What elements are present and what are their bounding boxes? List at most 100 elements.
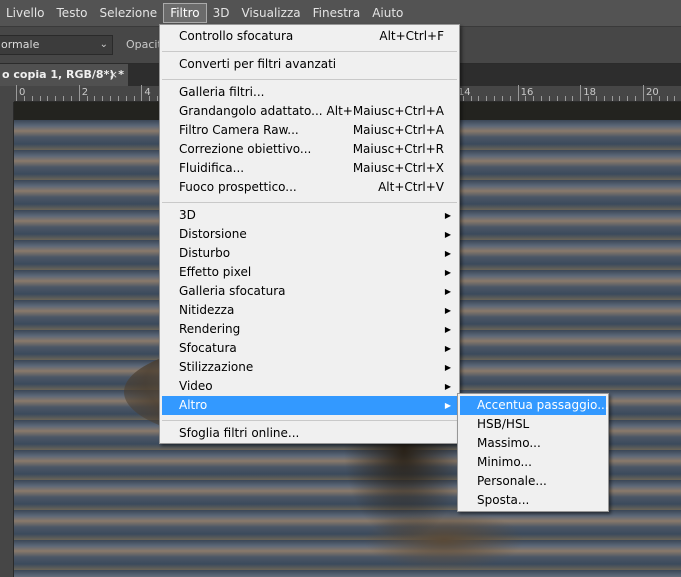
menu-item-3d[interactable]: 3D ▶ <box>162 206 457 225</box>
ruler-tick <box>157 96 159 101</box>
menu-bar: Livello Testo Selezione Filtro 3D Visualizza F… <box>0 0 681 26</box>
ruler-tick <box>102 96 104 101</box>
menu-item-controllo-sfocatura[interactable]: Controllo sfocatura Alt+Ctrl+F <box>162 27 457 46</box>
ruler-label: 2 <box>81 87 89 98</box>
menu-item-label: Galleria filtri... <box>179 85 265 99</box>
ruler-tick <box>110 96 112 101</box>
ruler-tick <box>78 85 80 101</box>
menu-separator <box>162 51 457 52</box>
menu-item-label: 3D <box>179 208 196 222</box>
vertical-ruler[interactable] <box>0 102 14 577</box>
ruler-tick <box>674 96 676 101</box>
menu-selezione[interactable]: Selezione <box>94 3 164 23</box>
menu-item-distorsione[interactable]: Distorsione ▶ <box>162 225 457 244</box>
menu-item-label: Disturbo <box>179 246 231 260</box>
menu-item-fluidifica[interactable]: Fluidifica... Maiusc+Ctrl+X <box>162 159 457 178</box>
menu-item-disturbo[interactable]: Disturbo ▶ <box>162 244 457 263</box>
ruler-tick <box>486 96 488 101</box>
ruler-tick <box>635 96 637 101</box>
menu-item-filtro-camera-raw[interactable]: Filtro Camera Raw... Maiusc+Ctrl+A <box>162 121 457 140</box>
menu-item-converti-per-filtri-avanzati[interactable]: Converti per filtri avanzati <box>162 55 457 74</box>
ruler-tick <box>666 96 668 101</box>
ruler-tick <box>643 85 644 101</box>
ruler-corner <box>0 86 14 102</box>
blend-mode-value: ormale <box>1 38 40 51</box>
menu-item-shortcut: Maiusc+Ctrl+X <box>352 161 444 175</box>
close-icon[interactable]: × <box>109 64 118 86</box>
ruler-tick <box>125 96 127 101</box>
ruler-tick <box>564 96 566 101</box>
menu-separator <box>162 202 457 203</box>
menu-item-sfocatura[interactable]: Sfocatura ▶ <box>162 339 457 358</box>
menu-item-grandangolo-adattato[interactable]: Grandangolo adattato... Alt+Maiusc+Ctrl+A <box>162 102 457 121</box>
submenu-arrow-icon: ▶ <box>444 363 451 372</box>
menu-item-shortcut: Alt+Ctrl+V <box>378 180 444 194</box>
ruler-label: 0 <box>19 87 26 98</box>
menu-item-altro[interactable]: Altro ▶ <box>162 396 457 415</box>
submenu-item-hsb-hsl[interactable]: HSB/HSL <box>460 415 606 434</box>
ruler-tick <box>55 96 57 101</box>
menu-item-rendering[interactable]: Rendering ▶ <box>162 320 457 339</box>
menu-item-shortcut: Alt+Ctrl+F <box>379 29 444 43</box>
menu-item-galleria-filtri[interactable]: Galleria filtri... <box>162 83 457 102</box>
menu-item-label: Grandangolo adattato... <box>179 104 323 118</box>
ruler-label: 18 <box>583 87 597 98</box>
menu-item-label: Stilizzazione <box>179 360 254 374</box>
submenu-arrow-icon: ▶ <box>444 325 451 334</box>
submenu-arrow-icon: ▶ <box>444 344 451 353</box>
ruler-tick <box>541 96 543 101</box>
menu-visualizza[interactable]: Visualizza <box>235 3 306 23</box>
menu-item-effetto-pixel[interactable]: Effetto pixel ▶ <box>162 263 457 282</box>
ruler-tick <box>133 96 135 101</box>
ruler-tick <box>548 96 550 101</box>
document-tab-title: o copia 1, RGB/8*) * <box>2 68 124 81</box>
ruler-tick <box>47 96 49 101</box>
menu-item-label: Converti per filtri avanzati <box>179 57 337 71</box>
menu-item-label: Altro <box>179 398 208 412</box>
submenu-item-minimo[interactable]: Minimo... <box>460 453 606 472</box>
ruler-tick <box>533 96 535 101</box>
menu-livello[interactable]: Livello <box>0 3 51 23</box>
submenu-item-sposta[interactable]: Sposta... <box>460 491 606 510</box>
menu-item-label: Sfoglia filtri online... <box>179 426 300 440</box>
menu-item-label: Fuoco prospettico... <box>179 180 297 194</box>
menu-item-galleria-sfocatura[interactable]: Galleria sfocatura ▶ <box>162 282 457 301</box>
ruler-tick <box>627 96 629 101</box>
submenu-item-personale[interactable]: Personale... <box>460 472 606 491</box>
menu-item-correzione-obiettivo[interactable]: Correzione obiettivo... Maiusc+Ctrl+R <box>162 140 457 159</box>
menu-item-shortcut: Maiusc+Ctrl+R <box>352 142 444 156</box>
ruler-tick <box>619 96 621 101</box>
ruler-tick <box>580 85 582 101</box>
ruler-tick <box>517 85 519 101</box>
menu-item-fuoco-prospettico[interactable]: Fuoco prospettico... Alt+Ctrl+V <box>162 178 457 197</box>
menu-item-label: Effetto pixel <box>179 265 252 279</box>
menu-separator <box>162 79 457 80</box>
submenu-arrow-icon: ▶ <box>444 211 451 220</box>
menu-item-label: Distorsione <box>179 227 247 241</box>
ruler-label: 16 <box>520 87 534 98</box>
menu-item-shortcut: Maiusc+Ctrl+A <box>352 123 444 137</box>
ruler-tick <box>595 96 597 101</box>
menu-item-stilizzazione[interactable]: Stilizzazione ▶ <box>162 358 457 377</box>
blend-mode-select[interactable]: ormale ⌄ <box>0 35 113 55</box>
menu-testo[interactable]: Testo <box>51 3 94 23</box>
filter-menu-dropdown: Controllo sfocatura Alt+Ctrl+F Converti pe… <box>159 24 460 444</box>
menu-item-sfoglia-filtri-online[interactable]: Sfoglia filtri online... <box>162 424 457 443</box>
menu-3d[interactable]: 3D <box>207 3 236 23</box>
ruler-label: 4 <box>144 87 151 98</box>
submenu-item-massimo[interactable]: Massimo... <box>460 434 606 453</box>
menu-item-label: Fluidifica... <box>179 161 245 175</box>
ruler-tick <box>63 96 65 101</box>
menu-aiuto[interactable]: Aiuto <box>366 3 409 23</box>
menu-filtro[interactable]: Filtro <box>163 3 207 23</box>
submenu-item-accentua-passaggio[interactable]: Accentua passaggio... <box>460 396 609 415</box>
menu-item-label: Controllo sfocatura <box>179 29 294 43</box>
menu-finestra[interactable]: Finestra <box>307 3 367 23</box>
menu-item-label: Nitidezza <box>179 303 235 317</box>
menu-item-video[interactable]: Video ▶ <box>162 377 457 396</box>
document-tab[interactable]: o copia 1, RGB/8*) * × <box>0 64 128 86</box>
menu-item-label: Correzione obiettivo... <box>179 142 312 156</box>
altro-submenu: Accentua passaggio... HSB/HSL Massimo... Mi… <box>457 393 609 512</box>
menu-item-nitidezza[interactable]: Nitidezza ▶ <box>162 301 457 320</box>
ruler-tick <box>572 96 574 101</box>
